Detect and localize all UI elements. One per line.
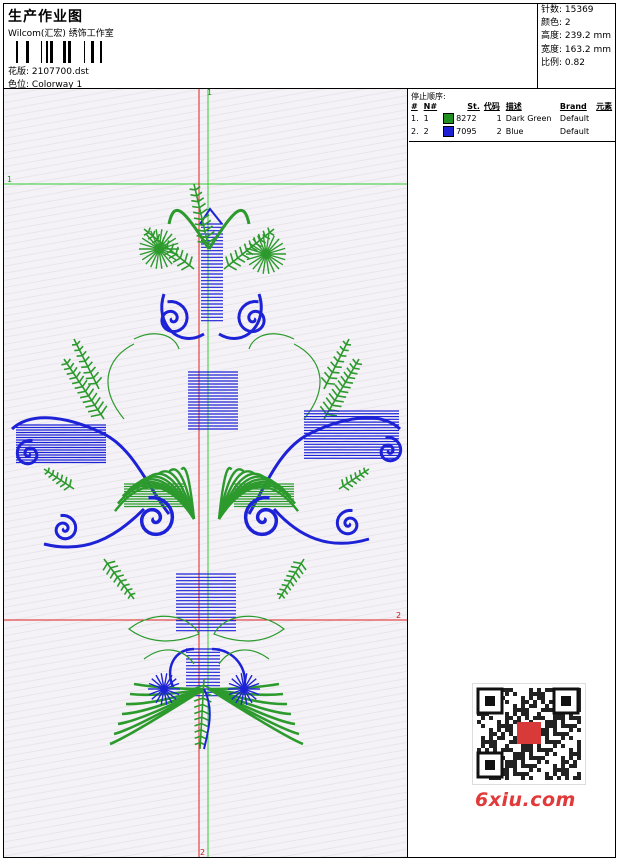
col-element: 元素 [596,102,613,111]
row-desc: Blue [505,127,524,136]
design-value: 2107700.dst [31,67,89,77]
row-n: 1 [423,114,429,123]
col-st: St. [467,102,480,111]
row-brand: Default [559,127,590,136]
col-index: # [411,102,418,111]
header-divider [537,4,538,88]
row-element [594,125,616,138]
design-canvas: 1 1 2 2 [4,89,408,857]
company-name: Wilcom(汇宏) 绣饰工作室 [8,29,114,39]
stop-sequence-table: # N# St. 代码 描述 Brand 元素 1. 1 8272 1 Dark… [409,101,616,138]
stop-sequence-header-row: # N# St. 代码 描述 Brand 元素 [409,101,616,112]
row-desc: Dark Green [505,114,552,123]
color-count: 颜色: 2 [541,18,571,29]
guide-label-green-vertical: 1 [207,89,212,97]
row-thread: 7095 [441,125,482,138]
stop-sequence-panel: 停止顺序: # N# St. 代码 描述 Brand 元素 1. 1 8272 … [409,89,616,142]
guide-label-red-horizontal: 2 [396,611,401,620]
row-element [594,112,616,125]
qr-code-icon [472,683,586,785]
design-scale: 比例: 0.82 [541,57,585,68]
design-width: 宽度: 163.2 mm [541,44,612,55]
color-swatch [442,126,454,137]
row-st: 2 [496,127,502,136]
guide-label-red-vertical: 2 [200,848,205,857]
barcode-icon [16,41,102,63]
table-row: 2. 2 7095 2 Blue Default [409,125,616,138]
row-n: 2 [423,127,429,136]
thread-code: 8272 [456,114,477,123]
embroidery-preview: 1 1 2 2 [4,89,407,857]
row-brand: Default [559,114,590,123]
design-line: 花版: 2107700.dst [8,64,89,77]
color-swatch [442,113,454,124]
watermark-text: 6xiu.com [475,789,576,811]
design-height: 高度: 239.2 mm [541,31,612,42]
design-label: 花版: [8,67,30,77]
row-st: 1 [496,114,502,123]
col-n: N# [423,102,438,111]
stitch-count: 针数: 15369 [541,5,594,15]
row-index: 1. [411,114,419,123]
header-info: 生产作业图 Wilcom(汇宏) 绣饰工作室 花版: 2107700.dst 色… [4,4,536,90]
design-stats: 针数: 15369 颜色: 2 高度: 239.2 mm 宽度: 163.2 m… [541,4,615,70]
embroidery-motif [10,183,403,750]
col-brand: Brand [559,102,587,111]
col-desc: 描述 [505,102,522,111]
col-code: 代码 [483,102,500,111]
table-row: 1. 1 8272 1 Dark Green Default [409,112,616,125]
thread-code: 7095 [456,127,477,136]
sheet-title: 生产作业图 [8,9,83,25]
row-index: 2. [411,127,419,136]
guide-label-green-horizontal: 1 [7,175,12,184]
row-thread: 8272 [441,112,482,125]
